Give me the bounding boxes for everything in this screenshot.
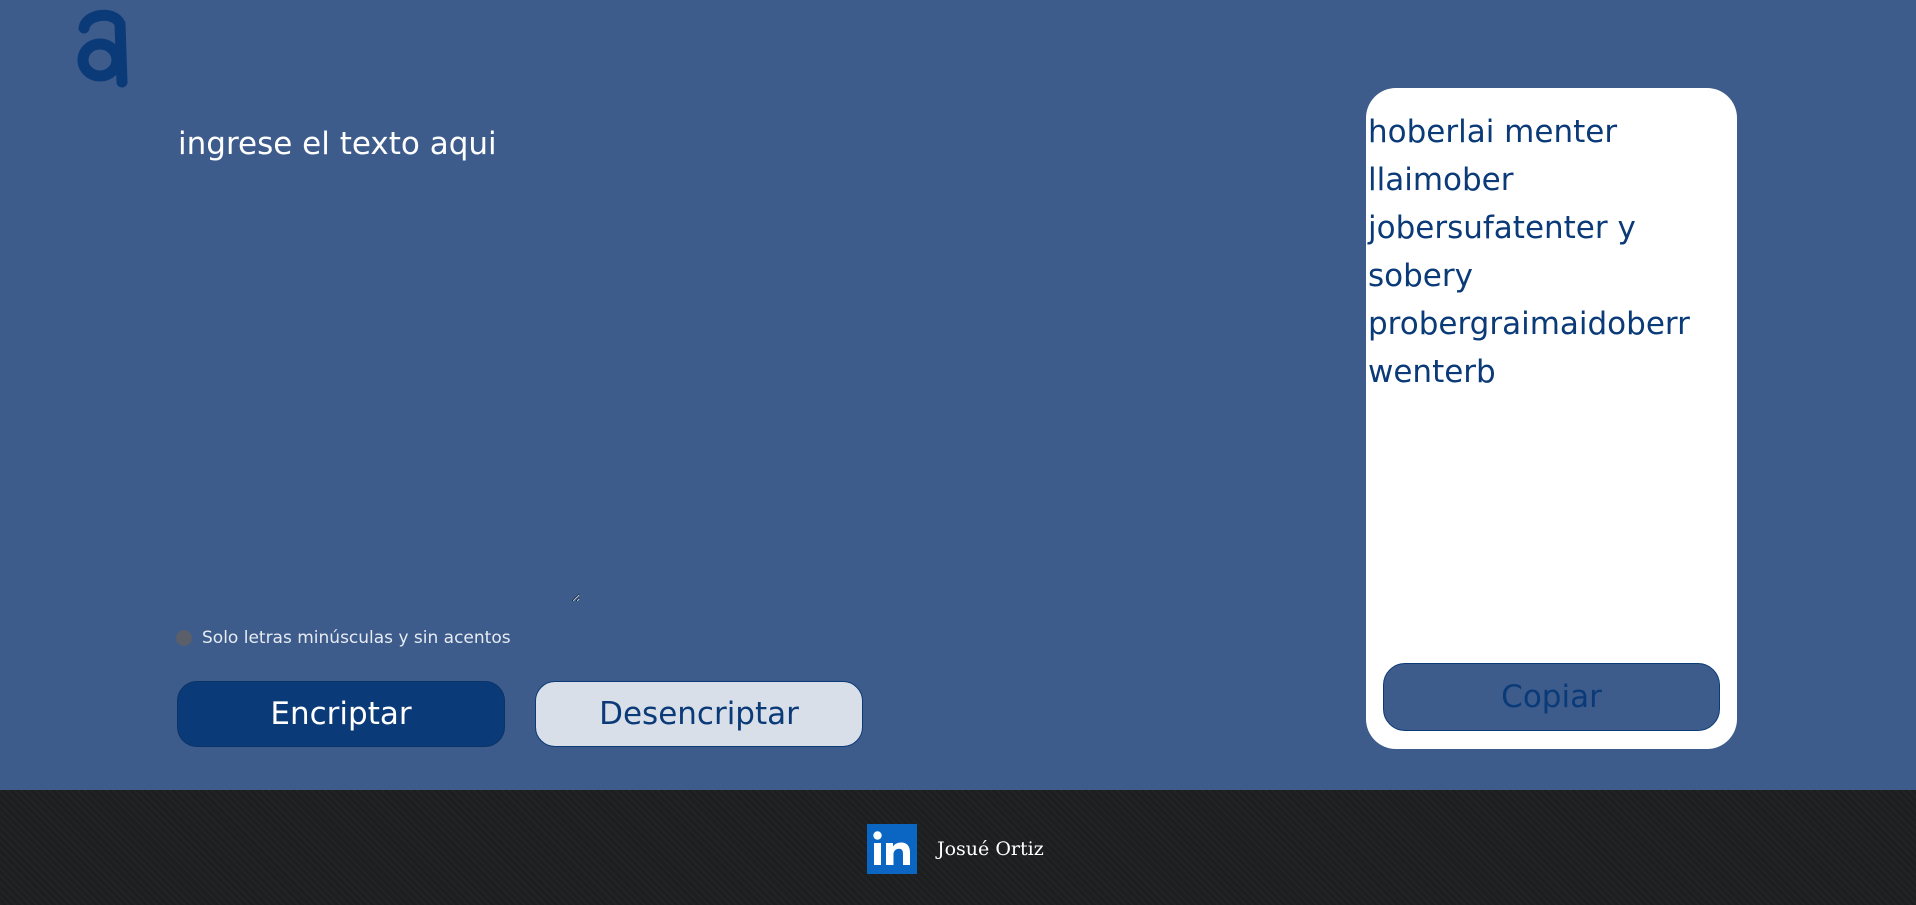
- encrypt-button[interactable]: Encriptar: [177, 681, 505, 747]
- text-input[interactable]: [178, 120, 580, 602]
- alura-a-logo-icon: [77, 9, 128, 88]
- author-name[interactable]: Josué Ortiz: [937, 838, 1044, 860]
- linkedin-icon[interactable]: [867, 824, 917, 874]
- hint-text: Solo letras minúsculas y sin acentos: [202, 628, 511, 648]
- page: Solo letras minúsculas y sin acentos Enc…: [0, 0, 1916, 905]
- info-icon: [176, 630, 192, 646]
- output-card: hoberlai menter llaimober jobersufatente…: [1366, 88, 1737, 749]
- hint: Solo letras minúsculas y sin acentos: [176, 628, 511, 648]
- decrypt-button[interactable]: Desencriptar: [535, 681, 863, 747]
- copy-button[interactable]: Copiar: [1383, 663, 1720, 731]
- output-text: hoberlai menter llaimober jobersufatente…: [1368, 114, 1690, 390]
- footer: Josué Ortiz: [0, 790, 1916, 905]
